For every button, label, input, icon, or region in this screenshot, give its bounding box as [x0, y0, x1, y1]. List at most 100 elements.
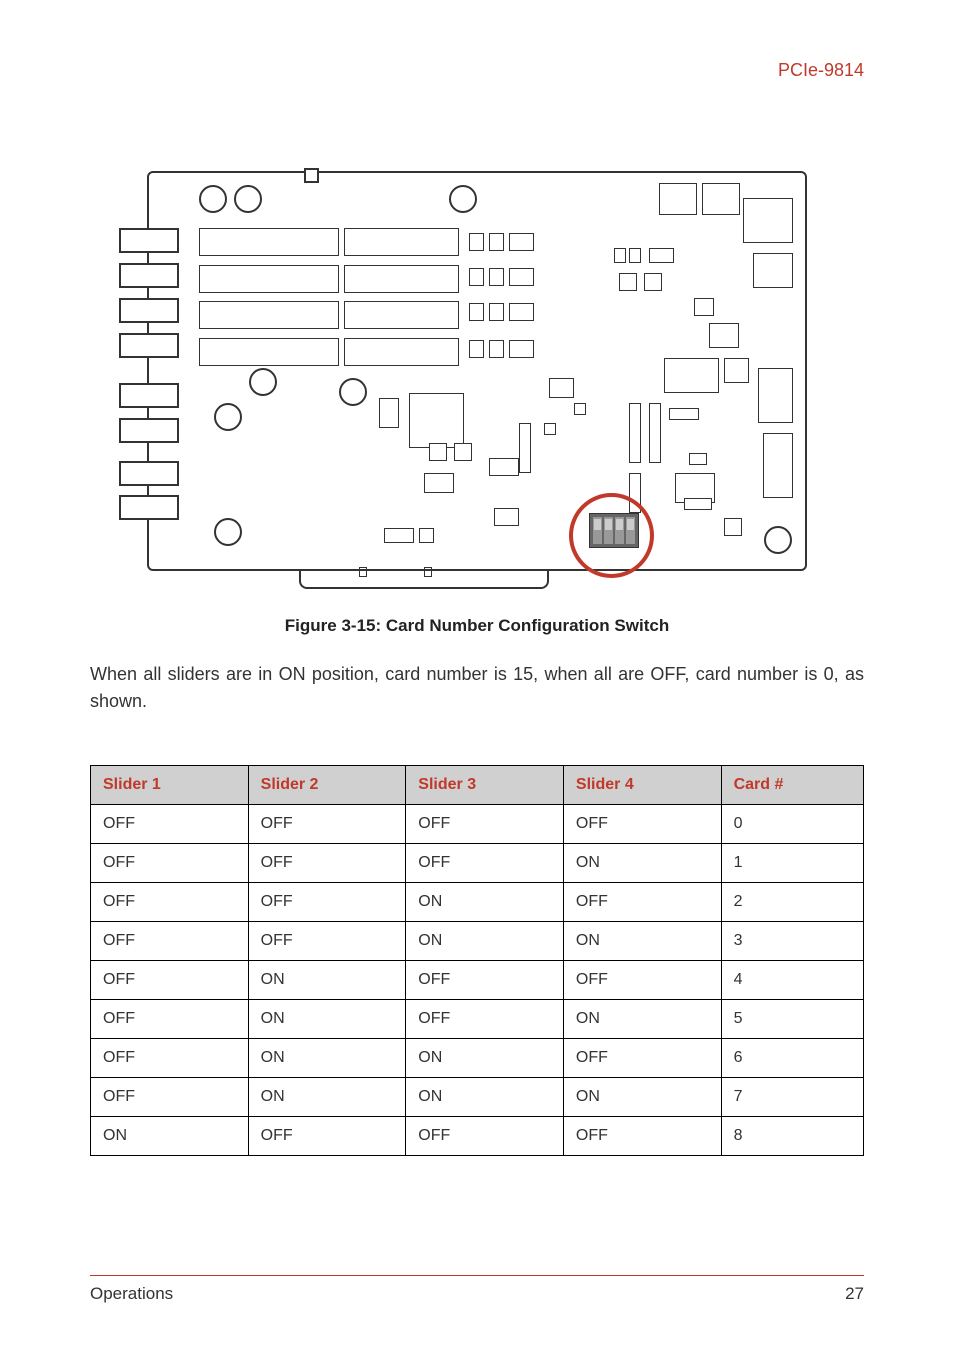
table-cell: 0 — [721, 805, 863, 844]
connector-icon — [119, 228, 179, 253]
table-cell: ON — [563, 1000, 721, 1039]
table-cell: ON — [91, 1117, 249, 1156]
small-component — [684, 498, 712, 510]
table-cell: OFF — [248, 1117, 406, 1156]
small-component — [664, 358, 719, 393]
highlight-circle-icon — [569, 493, 654, 578]
connector-icon — [119, 418, 179, 443]
small-component — [629, 248, 641, 263]
connector-icon — [119, 333, 179, 358]
table-cell: OFF — [91, 961, 249, 1000]
table-cell: OFF — [91, 1039, 249, 1078]
pcb-board-diagram — [147, 171, 807, 571]
small-component — [379, 398, 399, 428]
small-component — [509, 303, 534, 321]
notch-icon — [424, 567, 432, 577]
table-cell: OFF — [248, 805, 406, 844]
small-component — [469, 340, 484, 358]
table-cell: ON — [248, 1000, 406, 1039]
table-cell: 1 — [721, 844, 863, 883]
table-cell: OFF — [91, 1078, 249, 1117]
table-cell: ON — [248, 1039, 406, 1078]
small-component — [649, 403, 661, 463]
col-header-slider4: Slider 4 — [563, 766, 721, 805]
small-component — [489, 458, 519, 476]
figure-caption: Figure 3-15: Card Number Configuration S… — [90, 616, 864, 636]
table-cell: ON — [248, 1078, 406, 1117]
component-block — [344, 338, 459, 366]
component-block — [702, 183, 740, 215]
connector-icon — [119, 495, 179, 520]
col-header-slider3: Slider 3 — [406, 766, 564, 805]
notch-icon — [304, 168, 319, 183]
small-component — [549, 378, 574, 398]
component-block — [344, 228, 459, 256]
table-cell: OFF — [91, 805, 249, 844]
table-cell: 8 — [721, 1117, 863, 1156]
mounting-hole-icon — [234, 185, 262, 213]
mounting-hole-icon — [449, 185, 477, 213]
table-cell: ON — [248, 961, 406, 1000]
col-header-slider1: Slider 1 — [91, 766, 249, 805]
component-block — [199, 228, 339, 256]
small-component — [619, 273, 637, 291]
small-component — [574, 403, 586, 415]
table-cell: OFF — [406, 1117, 564, 1156]
mounting-hole-icon — [249, 368, 277, 396]
small-component — [409, 393, 464, 448]
small-component — [469, 233, 484, 251]
small-component — [509, 233, 534, 251]
mounting-hole-icon — [764, 526, 792, 554]
table-cell: 6 — [721, 1039, 863, 1078]
col-header-slider2: Slider 2 — [248, 766, 406, 805]
table-cell: OFF — [563, 961, 721, 1000]
table-header-row: Slider 1 Slider 2 Slider 3 Slider 4 Card… — [91, 766, 864, 805]
small-component — [649, 248, 674, 263]
col-header-card: Card # — [721, 766, 863, 805]
table-cell: 3 — [721, 922, 863, 961]
component-block — [199, 301, 339, 329]
small-component — [629, 403, 641, 463]
table-row: OFFONOFFOFF4 — [91, 961, 864, 1000]
table-cell: OFF — [406, 961, 564, 1000]
table-cell: OFF — [563, 1039, 721, 1078]
document-header: PCIe-9814 — [90, 60, 864, 81]
table-cell: ON — [563, 844, 721, 883]
table-row: OFFONOFFON5 — [91, 1000, 864, 1039]
table-cell: 5 — [721, 1000, 863, 1039]
small-component — [469, 303, 484, 321]
small-component — [689, 453, 707, 465]
table-cell: OFF — [91, 1000, 249, 1039]
small-component — [724, 518, 742, 536]
table-cell: OFF — [248, 922, 406, 961]
connector-icon — [119, 383, 179, 408]
component-block — [758, 368, 793, 423]
component-block — [763, 433, 793, 498]
small-component — [469, 268, 484, 286]
component-block — [199, 338, 339, 366]
table-row: OFFOFFOFFOFF0 — [91, 805, 864, 844]
connector-icon — [119, 263, 179, 288]
small-component — [669, 408, 699, 420]
table-cell: OFF — [406, 1000, 564, 1039]
component-block — [743, 198, 793, 243]
small-component — [454, 443, 472, 461]
table-cell: 4 — [721, 961, 863, 1000]
small-component — [519, 423, 531, 473]
table-cell: OFF — [563, 883, 721, 922]
table-row: OFFONONON7 — [91, 1078, 864, 1117]
small-component — [614, 248, 626, 263]
small-component — [544, 423, 556, 435]
small-component — [509, 340, 534, 358]
small-component — [644, 273, 662, 291]
mounting-hole-icon — [339, 378, 367, 406]
small-component — [489, 233, 504, 251]
component-block — [344, 301, 459, 329]
table-cell: ON — [406, 1078, 564, 1117]
body-paragraph: When all sliders are in ON position, car… — [90, 661, 864, 715]
table-cell: OFF — [248, 844, 406, 883]
table-cell: ON — [406, 1039, 564, 1078]
table-cell: ON — [406, 922, 564, 961]
table-row: ONOFFOFFOFF8 — [91, 1117, 864, 1156]
product-name: PCIe-9814 — [778, 60, 864, 80]
